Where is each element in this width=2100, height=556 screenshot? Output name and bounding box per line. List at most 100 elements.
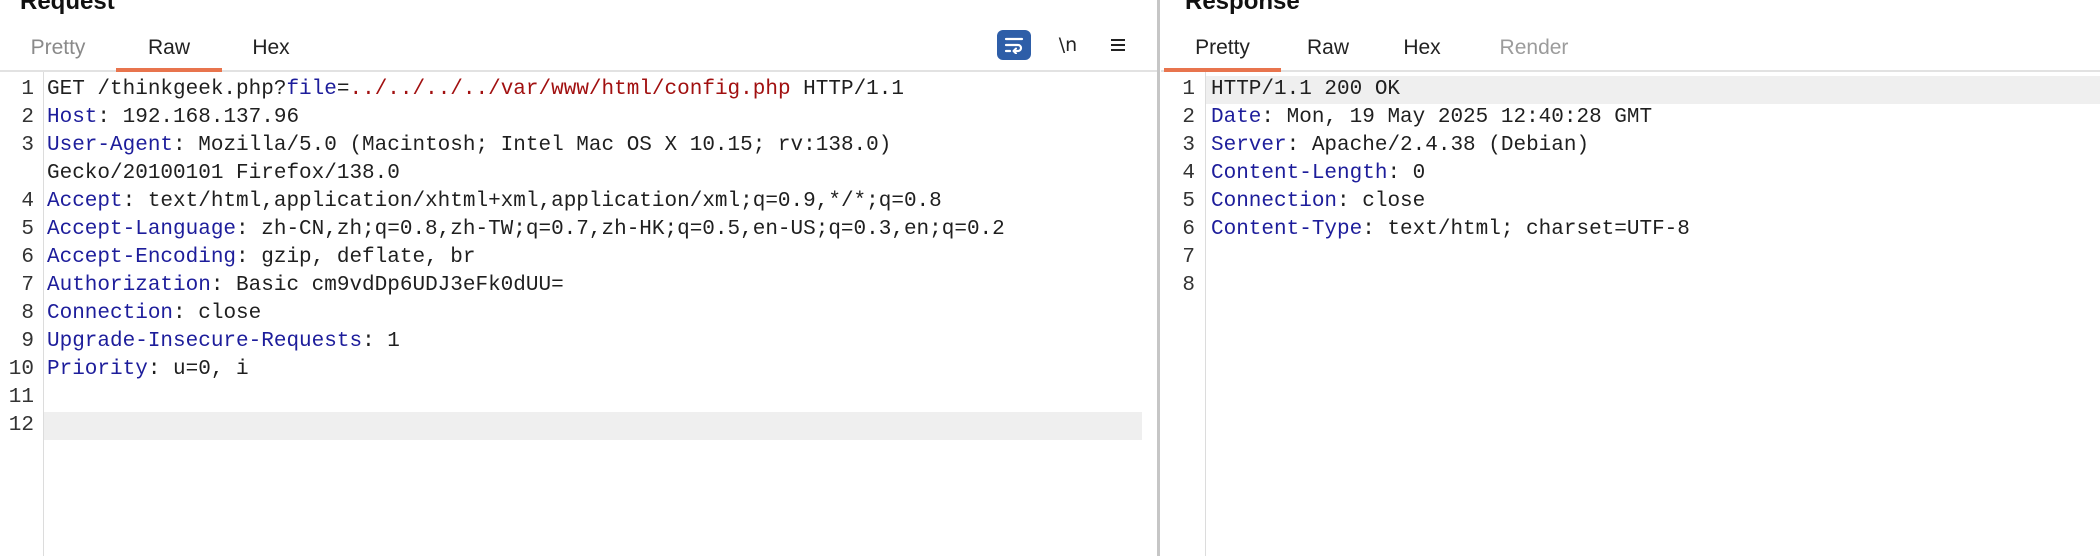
request-tab-hex[interactable]: Hex (236, 30, 306, 70)
line-number: 2 (1182, 106, 1195, 129)
code-text: : text/html; charset=UTF-8 (1362, 218, 1690, 241)
line-number: 6 (21, 246, 34, 269)
request-pane: Request Pretty Raw Hex \n 1 GET /thinkgee… (0, 0, 1158, 556)
request-line: 10 Priority: u=0, i (0, 356, 1158, 384)
line-number: 4 (1182, 162, 1195, 185)
line-content: Gecko/20100101 Firefox/138.0 (47, 160, 400, 188)
response-tab-raw[interactable]: Raw (1289, 30, 1367, 70)
line-number: 7 (21, 274, 34, 297)
response-tab-hex[interactable]: Hex (1383, 30, 1461, 70)
response-editor[interactable]: 1 HTTP/1.1 200 OK 2 Date: Mon, 19 May 2025 … (1161, 72, 2100, 556)
line-content: Date: Mon, 19 May 2025 12:40:28 GMT (1211, 104, 1652, 132)
request-line: 1 GET /thinkgeek.php?file=../../../../var… (0, 76, 1158, 104)
line-content: Connection: close (47, 300, 261, 328)
request-line: 8 Connection: close (0, 300, 1158, 328)
code-text: : 192.168.137.96 (97, 106, 300, 129)
line-number: 5 (21, 218, 34, 241)
code-text: HTTP/1.1 (790, 78, 904, 101)
line-content: Accept-Language: zh-CN,zh;q=0.8,zh-TW;q=… (47, 216, 1005, 244)
line-content: Content-Length: 0 (1211, 160, 1425, 188)
response-line: 1 HTTP/1.1 200 OK (1161, 76, 2100, 104)
header-name: Accept-Encoding (47, 246, 237, 269)
header-name: Upgrade-Insecure-Requests (47, 330, 363, 353)
response-line: 4 Content-Length: 0 (1161, 160, 2100, 188)
response-title: Response (1185, 0, 1300, 15)
header-name: Priority (47, 358, 148, 381)
request-line: Gecko/20100101 Firefox/138.0 (0, 160, 1158, 188)
line-number: 6 (1182, 218, 1195, 241)
code-text: : 1 (362, 330, 400, 353)
newline-toggle-icon[interactable]: \n (1053, 30, 1083, 60)
response-line: 3 Server: Apache/2.4.38 (Debian) (1161, 132, 2100, 160)
request-line: 3 User-Agent: Mozilla/5.0 (Macintosh; Int… (0, 132, 1158, 160)
line-number: 4 (21, 190, 34, 213)
response-tab-render[interactable]: Render (1479, 30, 1589, 70)
header-name: Content-Type (1211, 218, 1363, 241)
line-content: Connection: close (1211, 188, 1425, 216)
line-number: 10 (8, 358, 34, 381)
response-tab-pretty[interactable]: Pretty (1164, 30, 1281, 72)
header-name: Authorization (47, 274, 211, 297)
line-content: Host: 192.168.137.96 (47, 104, 299, 132)
code-text: : close (1337, 190, 1426, 213)
request-line: 11 (0, 384, 1158, 412)
header-name: Connection (47, 302, 174, 325)
line-number: 8 (1182, 274, 1195, 297)
code-text: : Basic cm9vdDp6UDJ3eFk0dUU= (210, 274, 564, 297)
request-line: 4 Accept: text/html,application/xhtml+xml… (0, 188, 1158, 216)
request-tab-raw[interactable]: Raw (116, 30, 222, 72)
line-number: 12 (8, 414, 34, 437)
code-text: Gecko/20100101 Firefox/138.0 (47, 162, 400, 185)
request-line: 5 Accept-Language: zh-CN,zh;q=0.8,zh-TW;q… (0, 216, 1158, 244)
request-line: 9 Upgrade-Insecure-Requests: 1 (0, 328, 1158, 356)
request-editor[interactable]: 1 GET /thinkgeek.php?file=../../../../var… (0, 72, 1158, 556)
header-name: Host (47, 106, 98, 129)
hamburger-menu-icon[interactable] (1103, 30, 1133, 60)
code-text: : 0 (1387, 162, 1426, 185)
header-name: Accept (47, 190, 123, 213)
line-number: 1 (1182, 78, 1195, 101)
word-wrap-icon[interactable] (997, 30, 1031, 60)
line-content: Accept-Encoding: gzip, deflate, br (47, 244, 475, 272)
line-content: Accept: text/html,application/xhtml+xml,… (47, 188, 942, 216)
request-line: 7 Authorization: Basic cm9vdDp6UDJ3eFk0dU… (0, 272, 1158, 300)
header-name: Content-Length (1211, 162, 1388, 185)
line-number: 9 (21, 330, 34, 353)
code-text: HTTP/1.1 200 OK (1211, 78, 1401, 101)
line-content: Content-Type: text/html; charset=UTF-8 (1211, 216, 1690, 244)
pane-splitter[interactable] (1157, 0, 1160, 556)
response-line: 5 Connection: close (1161, 188, 2100, 216)
line-content: Priority: u=0, i (47, 356, 249, 384)
code-text: : Apache/2.4.38 (Debian) (1286, 134, 1590, 157)
response-line: 6 Content-Type: text/html; charset=UTF-8 (1161, 216, 2100, 244)
line-content: User-Agent: Mozilla/5.0 (Macintosh; Inte… (47, 132, 891, 160)
request-tab-pretty[interactable]: Pretty (16, 30, 100, 70)
header-name: Date (1211, 106, 1262, 129)
code-text: : zh-CN,zh;q=0.8,zh-TW;q=0.7,zh-HK;q=0.5… (236, 218, 1005, 241)
header-name: Connection (1211, 190, 1338, 213)
code-text: : gzip, deflate, br (236, 246, 476, 269)
response-pane: Response Pretty Raw Hex Render 1 HTTP/1.1… (1161, 0, 2100, 556)
line-number: 1 (21, 78, 34, 101)
response-line: 7 (1161, 244, 2100, 272)
response-line: 2 Date: Mon, 19 May 2025 12:40:28 GMT (1161, 104, 2100, 132)
line-number: 3 (1182, 134, 1195, 157)
request-line: 6 Accept-Encoding: gzip, deflate, br (0, 244, 1158, 272)
line-number: 11 (8, 386, 34, 409)
code-text: : u=0, i (147, 358, 249, 381)
request-line: 12 (0, 412, 1158, 440)
line-content: Upgrade-Insecure-Requests: 1 (47, 328, 400, 356)
request-line: 2 Host: 192.168.137.96 (0, 104, 1158, 132)
code-text: GET /thinkgeek.php? (47, 78, 287, 101)
code-text: : Mozilla/5.0 (Macintosh; Intel Mac OS X… (173, 134, 892, 157)
line-content: Authorization: Basic cm9vdDp6UDJ3eFk0dUU… (47, 272, 564, 300)
response-tabs: Pretty Raw Hex Render (1161, 30, 2100, 72)
line-number: 8 (21, 302, 34, 325)
code-text: : close (173, 302, 262, 325)
response-line: 8 (1161, 272, 2100, 300)
header-name: Server (1211, 134, 1287, 157)
line-content: GET /thinkgeek.php?file=../../../../var/… (47, 76, 904, 104)
param-value: ../../../../var/www/html/config.php (349, 78, 791, 101)
code-text: : Mon, 19 May 2025 12:40:28 GMT (1261, 106, 1653, 129)
line-number: 7 (1182, 246, 1195, 269)
